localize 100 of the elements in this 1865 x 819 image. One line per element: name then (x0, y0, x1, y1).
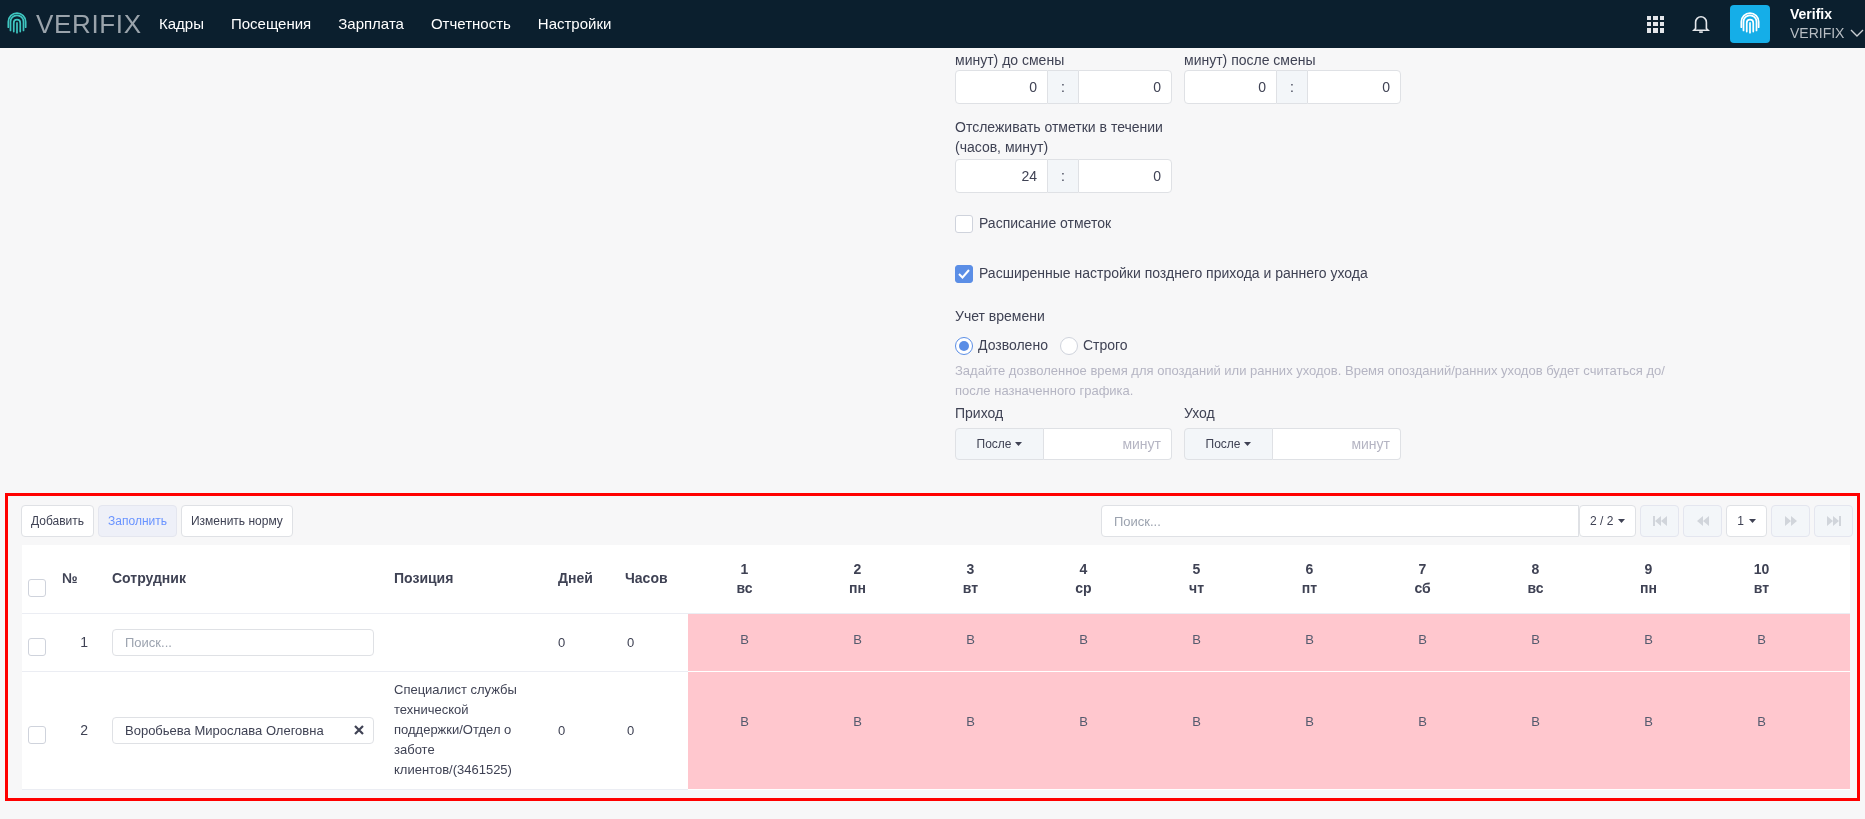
schedule-cell[interactable]: В (914, 613, 1027, 671)
schedule-cell[interactable]: В (1253, 671, 1366, 789)
checkbox[interactable] (955, 214, 973, 233)
toolbar-button[interactable]: Добавить (21, 505, 95, 537)
hint-text: Задайте дозволенное время для опозданий или ранних уходов. Время опозданий/ранних уходов будет считаться до/после назначенного графика. (955, 362, 1666, 400)
schedule-cell[interactable]: В (1705, 671, 1818, 789)
page-dropdown[interactable]: 2 / 2 (1578, 505, 1637, 537)
schedule-cell[interactable]: В (1140, 613, 1253, 671)
mode-dropdown[interactable]: После (955, 428, 1044, 460)
search-field[interactable]: Поиск... (1100, 505, 1579, 537)
minutes-field[interactable]: 0 (1307, 70, 1401, 104)
time-separator: : (1048, 159, 1078, 193)
employee-field[interactable]: Воробьева Мирослава Олеговна (112, 716, 374, 744)
hours-count: 0 (627, 634, 635, 650)
chevron-down-icon[interactable] (1850, 28, 1864, 38)
logo-text: VERIFIX (36, 7, 142, 41)
field-label: Приход (955, 404, 1005, 423)
schedule-cell[interactable]: В (1366, 613, 1479, 671)
checkbox-label[interactable]: Расписание отметок (979, 213, 1112, 234)
day-number: 3 (965, 559, 976, 579)
schedule-cell[interactable]: В (1479, 613, 1592, 671)
schedule-cell[interactable]: В (801, 613, 914, 671)
user-name: Verifix (1790, 5, 1834, 24)
schedule-cell[interactable]: В (1592, 613, 1705, 671)
days-count: 0 (558, 634, 566, 650)
weekday: вт (961, 578, 980, 598)
caret-icon (1618, 519, 1626, 523)
radio-label[interactable]: Строго (1082, 335, 1128, 356)
minutes-field[interactable]: 0 (1078, 70, 1172, 104)
schedule-cell[interactable]: В (1027, 671, 1140, 789)
skip-back-icon (1652, 516, 1667, 526)
organization-name[interactable]: VERIFIX (1790, 24, 1850, 43)
checkbox[interactable] (28, 726, 46, 744)
column-header: Сотрудник (102, 545, 384, 613)
radio-label[interactable]: Дозволено (978, 335, 1048, 356)
schedule-cell[interactable]: В (801, 671, 914, 789)
checkbox[interactable] (28, 638, 46, 656)
last-page-button[interactable] (1814, 505, 1853, 537)
nav-link[interactable]: Кадры (159, 12, 204, 36)
checkbox[interactable] (955, 264, 973, 283)
row-number: 1 (80, 633, 88, 650)
radio-button[interactable] (1059, 336, 1078, 355)
toolbar-button[interactable]: Изменить норму (180, 505, 293, 537)
schedule-cell[interactable]: В (1366, 671, 1479, 789)
fingerprint-avatar-icon[interactable] (1730, 5, 1770, 43)
notification-bell-icon[interactable] (1692, 14, 1710, 34)
mode-dropdown[interactable]: После (1184, 428, 1273, 460)
minutes-field[interactable]: минут (1273, 428, 1401, 460)
time-separator: : (1048, 70, 1078, 104)
schedule-cell[interactable]: В (1253, 613, 1366, 671)
first-page-button[interactable] (1640, 505, 1680, 537)
weekday: пт (1300, 578, 1319, 598)
schedule-cell[interactable]: В (914, 671, 1027, 789)
checkbox[interactable] (28, 578, 46, 597)
next-page-button[interactable] (1771, 505, 1810, 537)
column-header: Часов (615, 545, 688, 613)
weekday: пн (848, 578, 867, 598)
hours-field[interactable]: 0 (1184, 70, 1277, 104)
field-label: Отслеживать отметки в течении (часов, минут) (955, 118, 1164, 157)
days-count: 0 (558, 722, 566, 738)
column-header: Дней (548, 545, 615, 613)
schedule-cell[interactable]: В (1140, 671, 1253, 789)
apps-grid-icon[interactable] (1647, 15, 1664, 33)
checkbox-label[interactable]: Расширенные настройки позднего прихода и раннего ухода (979, 263, 1368, 284)
field-label: Уход (1184, 404, 1216, 423)
schedule-cell[interactable]: В (1479, 671, 1592, 789)
skip-forward-icon (1826, 516, 1841, 526)
caret-icon (1244, 442, 1252, 446)
nav-link[interactable]: Отчетность (430, 12, 511, 36)
page-dropdown[interactable]: 1 (1726, 505, 1767, 537)
hours-count: 0 (627, 722, 635, 738)
schedule-cell[interactable]: В (688, 671, 801, 789)
previous-page-button[interactable] (1683, 505, 1723, 537)
minutes-field[interactable]: минут (1044, 428, 1172, 460)
schedule-cell[interactable]: В (1705, 613, 1818, 671)
weekday: вс (1526, 578, 1545, 598)
day-number: 8 (1530, 559, 1541, 579)
rewind-icon (1695, 516, 1710, 526)
schedule-cell[interactable]: В (1592, 671, 1705, 789)
column-header: № (62, 545, 102, 613)
nav-link[interactable]: Зарплата (338, 12, 404, 36)
day-number: 2 (852, 559, 863, 579)
field-label: минут) до смены (955, 52, 1066, 68)
employee-field[interactable]: Поиск... (112, 628, 374, 656)
field-label: Учет времени (955, 307, 1046, 326)
schedule-cell[interactable]: В (688, 613, 801, 671)
schedule-cell[interactable]: В (1027, 613, 1140, 671)
field-label: минут) после смены (1184, 52, 1317, 68)
weekday: вт (1752, 578, 1771, 598)
hours-field[interactable]: 0 (955, 70, 1048, 104)
nav-link[interactable]: Настройки (537, 12, 612, 36)
hours-field[interactable]: 24 (955, 159, 1048, 193)
day-number: 10 (1752, 559, 1771, 579)
weekday: пн (1639, 578, 1658, 598)
radio-button[interactable] (955, 336, 973, 355)
nav-link[interactable]: Посещения (230, 12, 312, 36)
weekday: чт (1188, 578, 1205, 598)
day-number: 4 (1078, 559, 1089, 579)
clear-icon[interactable] (354, 724, 364, 735)
minutes-field[interactable]: 0 (1078, 159, 1172, 193)
